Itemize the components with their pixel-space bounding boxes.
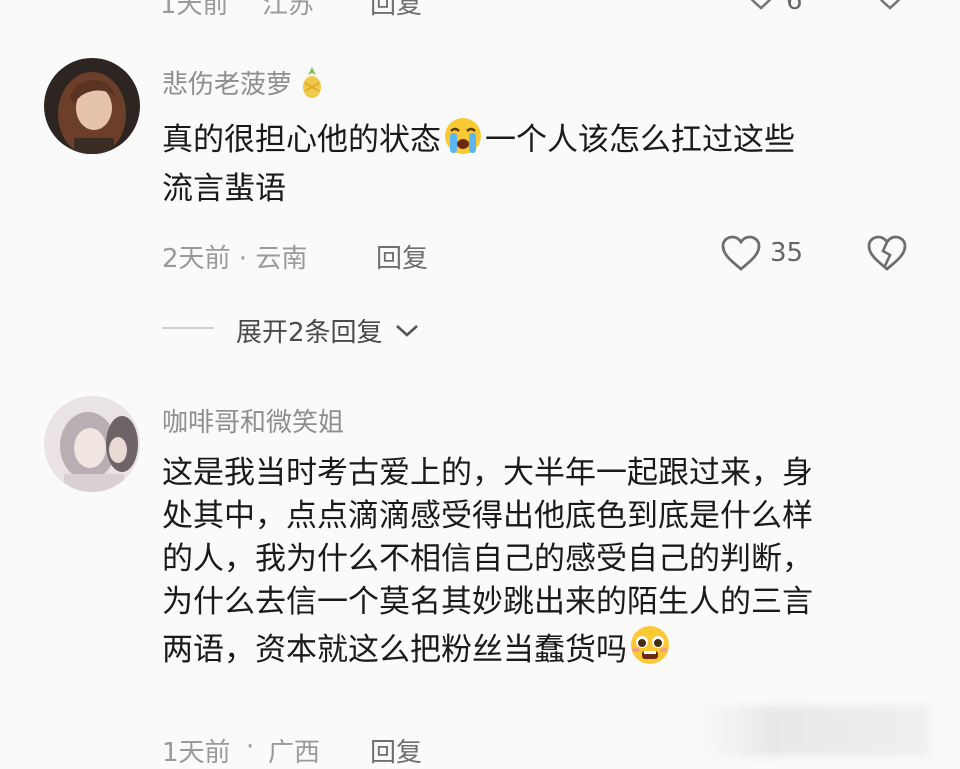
like-count: 35 xyxy=(770,238,804,268)
comment-location: 广西 xyxy=(268,738,321,768)
blurred-watermark-area xyxy=(700,706,930,756)
prev-like-count: 6 xyxy=(786,0,803,16)
dislike-icon[interactable] xyxy=(866,234,908,276)
prev-like-icon[interactable] xyxy=(744,0,778,14)
avatar[interactable] xyxy=(44,58,140,154)
expand-replies-label: 展开2条回复 xyxy=(236,318,383,348)
username[interactable]: 咖啡哥和微笑姐 xyxy=(162,402,344,439)
comment-time-location: 2天前 · 云南 xyxy=(162,244,308,274)
expand-replies-button[interactable]: 展开2条回复 xyxy=(236,312,420,349)
chevron-down-icon xyxy=(394,323,420,343)
username[interactable]: 悲伤老菠萝 xyxy=(162,64,324,106)
like-icon[interactable] xyxy=(720,234,762,276)
reply-button[interactable]: 回复 xyxy=(376,238,428,275)
prev-reply-button[interactable]: 回复 xyxy=(370,0,422,21)
comment-text: 真的很担心他的状态 一个人该怎么扛过这些 流言蜚语 xyxy=(162,116,922,211)
comment-separator: · xyxy=(246,732,255,762)
prev-comment-time: 1天前 xyxy=(160,0,229,20)
reply-button[interactable]: 回复 xyxy=(370,732,422,769)
pleading-face-icon xyxy=(627,624,673,678)
prev-dislike-icon[interactable] xyxy=(872,0,908,14)
prev-comment-location: 江苏 xyxy=(262,0,315,20)
comment-time: 1天前 xyxy=(162,738,231,768)
avatar[interactable] xyxy=(44,396,140,492)
expand-divider xyxy=(162,327,214,329)
comment-text: 这是我当时考古爱上的，大半年一起跟过来，身 处其中，点点滴滴感受得出他底色到底是… xyxy=(162,452,942,678)
loudly-crying-face-icon xyxy=(441,116,485,168)
pineapple-icon xyxy=(300,65,324,106)
